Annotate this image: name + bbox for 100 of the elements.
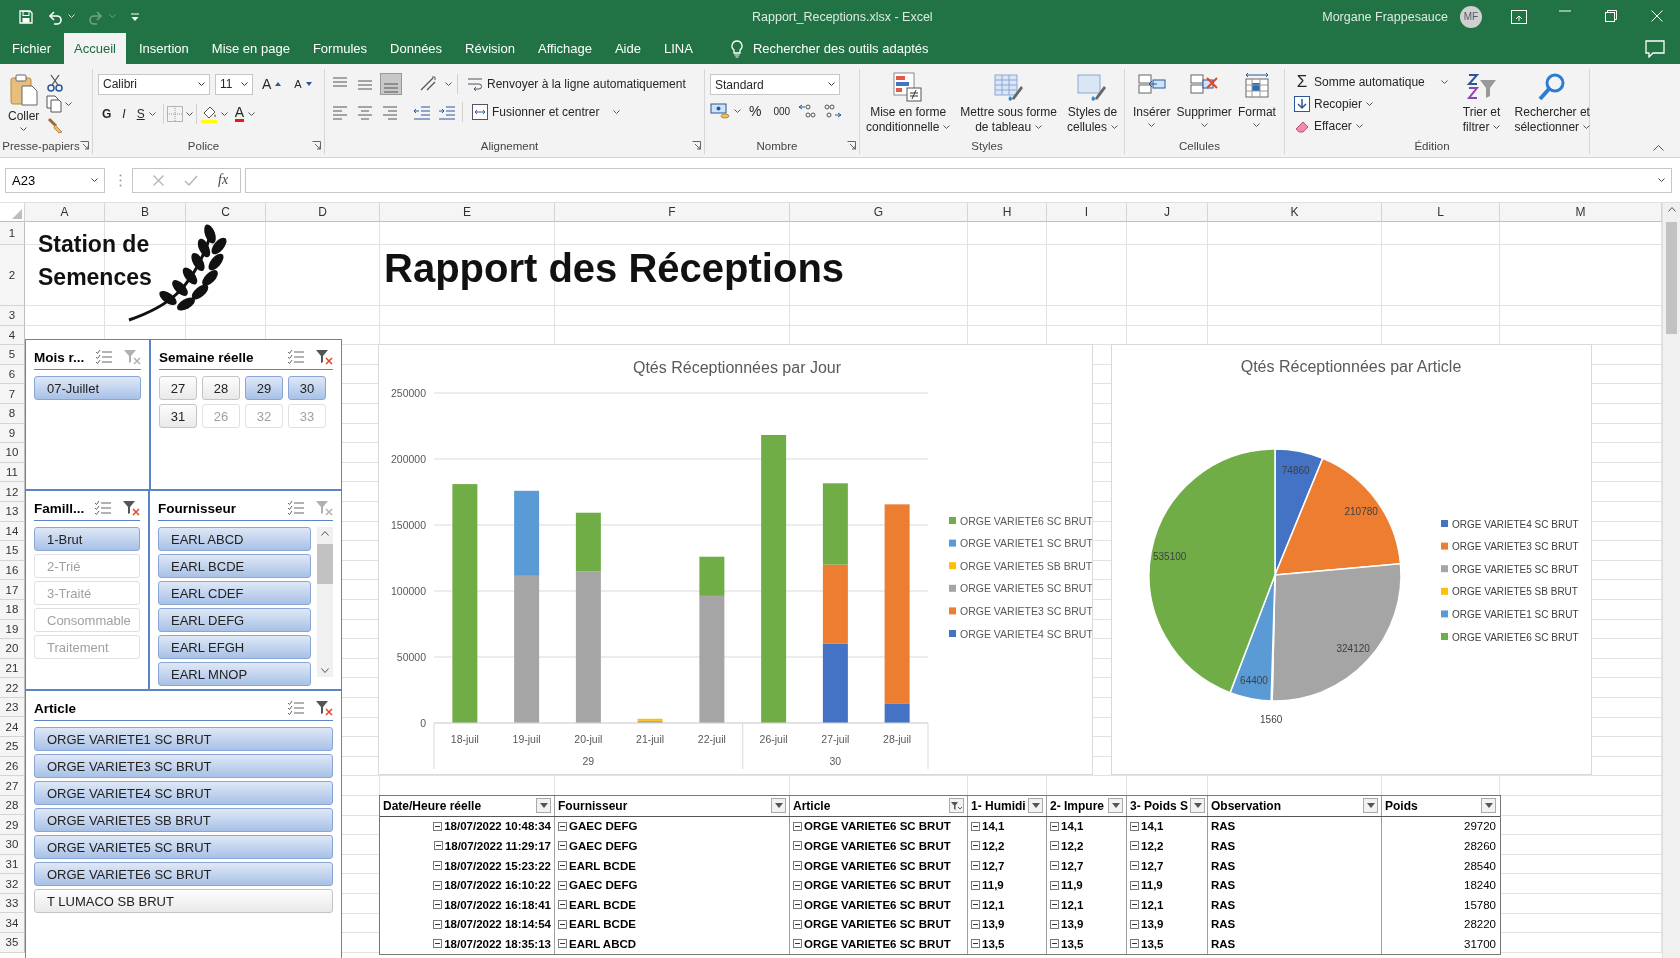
group-label: Édition [1414,140,1450,152]
chart-title: Qtés Réceptionnées par Jour [632,359,842,376]
legend-label: ORGE VARIETE6 SC BRUT [1452,631,1579,643]
table-cell: 12,7 [1061,859,1084,872]
data-label: 74860 [1281,464,1310,476]
axis-label: 30 [829,755,842,767]
group-label: Police [187,140,220,152]
axis-label: 100000 [390,585,426,597]
table-cell: ORGE VARIETE6 SC BRUT [804,879,951,892]
table-cell: RAS [1211,820,1236,833]
window-title: Rapport_Receptions.xlsx - Excel [752,9,933,24]
table-cell: EARL BCDE [569,859,636,872]
table-cell: 28540 [1464,859,1496,872]
axis-label: 22-juil [697,733,726,745]
report-title: Rapport des Réceptions [384,246,845,291]
table-cell: 15780 [1464,898,1496,911]
legend-label: ORGE VARIETE3 SC BRUT [960,604,1092,617]
table-cell: RAS [1211,879,1236,892]
table-cell: 12,1 [1141,898,1164,911]
axis-label: 26-juil [759,733,788,745]
table-cell: 18/07/2022 10:48:34 [444,820,551,833]
group-label: Presse-papiers [2,140,80,152]
axis-label: 28-juil [883,733,912,745]
table-cell: 18/07/2022 11:29:17 [444,840,551,852]
table-cell: 13,5 [1141,937,1164,950]
table-cell: RAS [1211,918,1236,931]
table-cell: EARL BCDE [569,898,636,911]
slicer-title: Semaine réelle [159,349,255,365]
table-cell: 18/07/2022 18:35:13 [444,937,551,950]
table-cell: EARL ABCD [569,937,637,950]
column-header: Observation [1211,798,1282,813]
legend-label: ORGE VARIETE5 SB BRUT [960,559,1092,572]
slicer-title: Fournisseur [158,500,237,516]
legend-label: ORGE VARIETE1 SC BRUT [960,537,1092,550]
table-cell: ORGE VARIETE6 SC BRUT [804,937,951,950]
table-cell: 14,1 [982,820,1005,833]
table-cell: 12,7 [982,859,1005,872]
table-cell: 13,9 [1061,918,1084,931]
table-cell: GAEC DEFG [569,879,638,892]
legend-label: ORGE VARIETE1 SC BRUT [1452,608,1579,620]
table-cell: ORGE VARIETE6 SC BRUT [804,898,951,911]
logo-text: Station de Semences [38,230,152,292]
table-cell: 14,1 [1061,820,1084,833]
slicer-title: Famill... [34,500,85,516]
axis-label: 19-juil [512,733,541,745]
column-header: 3- Poids S [1130,798,1188,813]
table-cell: RAS [1211,859,1236,872]
axis-label: 18-juil [450,733,479,745]
axis-label: 29 [582,755,595,767]
table-cell: 18240 [1464,879,1496,892]
axis-label: 0 [420,717,426,729]
column-header: 1- Humidi [971,798,1026,813]
column-header: 2- Impure [1050,798,1104,813]
group-label: Styles [971,140,1003,152]
legend-label: ORGE VARIETE5 SB BRUT [1452,586,1578,598]
table-cell: EARL BCDE [569,918,636,931]
chart-title: Qtés Réceptionnées par Article [1240,358,1462,375]
table-cell: 28260 [1464,840,1496,852]
column-header: Fournisseur [558,798,628,813]
data-label: 535100 [1153,550,1187,562]
table-cell: GAEC DEFG [569,820,638,833]
legend-label: ORGE VARIETE4 SC BRUT [1452,518,1579,530]
legend-label: ORGE VARIETE4 SC BRUT [960,627,1092,640]
legend-label: ORGE VARIETE6 SC BRUT [960,514,1092,527]
data-label: 1560 [1260,713,1283,725]
data-label: 324120 [1336,643,1370,655]
table-cell: 28220 [1464,918,1496,931]
axis-label: 21-juil [636,733,665,745]
table-cell: 11,9 [1061,879,1083,892]
table-cell: 12,1 [982,898,1005,911]
table-cell: 13,5 [1061,937,1084,950]
user-name: Morgane Frappesauce [1322,9,1448,24]
axis-label: 250000 [390,387,426,399]
table-cell: RAS [1211,840,1236,852]
slicer-title: Article [34,700,78,716]
table-cell: 11,9 [982,879,1004,892]
group-label: Nombre [756,140,798,152]
group-label: Alignement [480,140,539,152]
legend-label: ORGE VARIETE5 SC BRUT [1452,563,1579,575]
table-cell: ORGE VARIETE6 SC BRUT [804,840,951,852]
table-cell: 18/07/2022 16:10:22 [444,879,551,892]
table-cell: 18/07/2022 16:18:41 [444,898,551,911]
column-header: Date/Heure réelle [383,798,482,813]
table-cell: 12,7 [1141,859,1164,872]
table-cell: GAEC DEFG [569,840,638,852]
table-cell: 18/07/2022 18:14:54 [444,918,551,931]
data-label: 64400 [1240,675,1268,686]
legend-label: ORGE VARIETE3 SC BRUT [1452,541,1579,553]
table-cell: 31700 [1464,937,1496,950]
table-cell: 12,2 [1061,840,1084,852]
table-cell: RAS [1211,937,1236,950]
table-cell: 29720 [1464,820,1496,833]
axis-label: 20-juil [574,733,603,745]
table-cell: 12,2 [1141,840,1164,852]
legend-label: ORGE VARIETE5 SC BRUT [960,582,1092,595]
data-label: 210780 [1344,506,1378,518]
group-label: Cellules [1179,140,1220,152]
table-cell: RAS [1211,898,1236,911]
table-cell: 13,9 [1141,918,1164,931]
axis-label: 150000 [390,519,426,531]
